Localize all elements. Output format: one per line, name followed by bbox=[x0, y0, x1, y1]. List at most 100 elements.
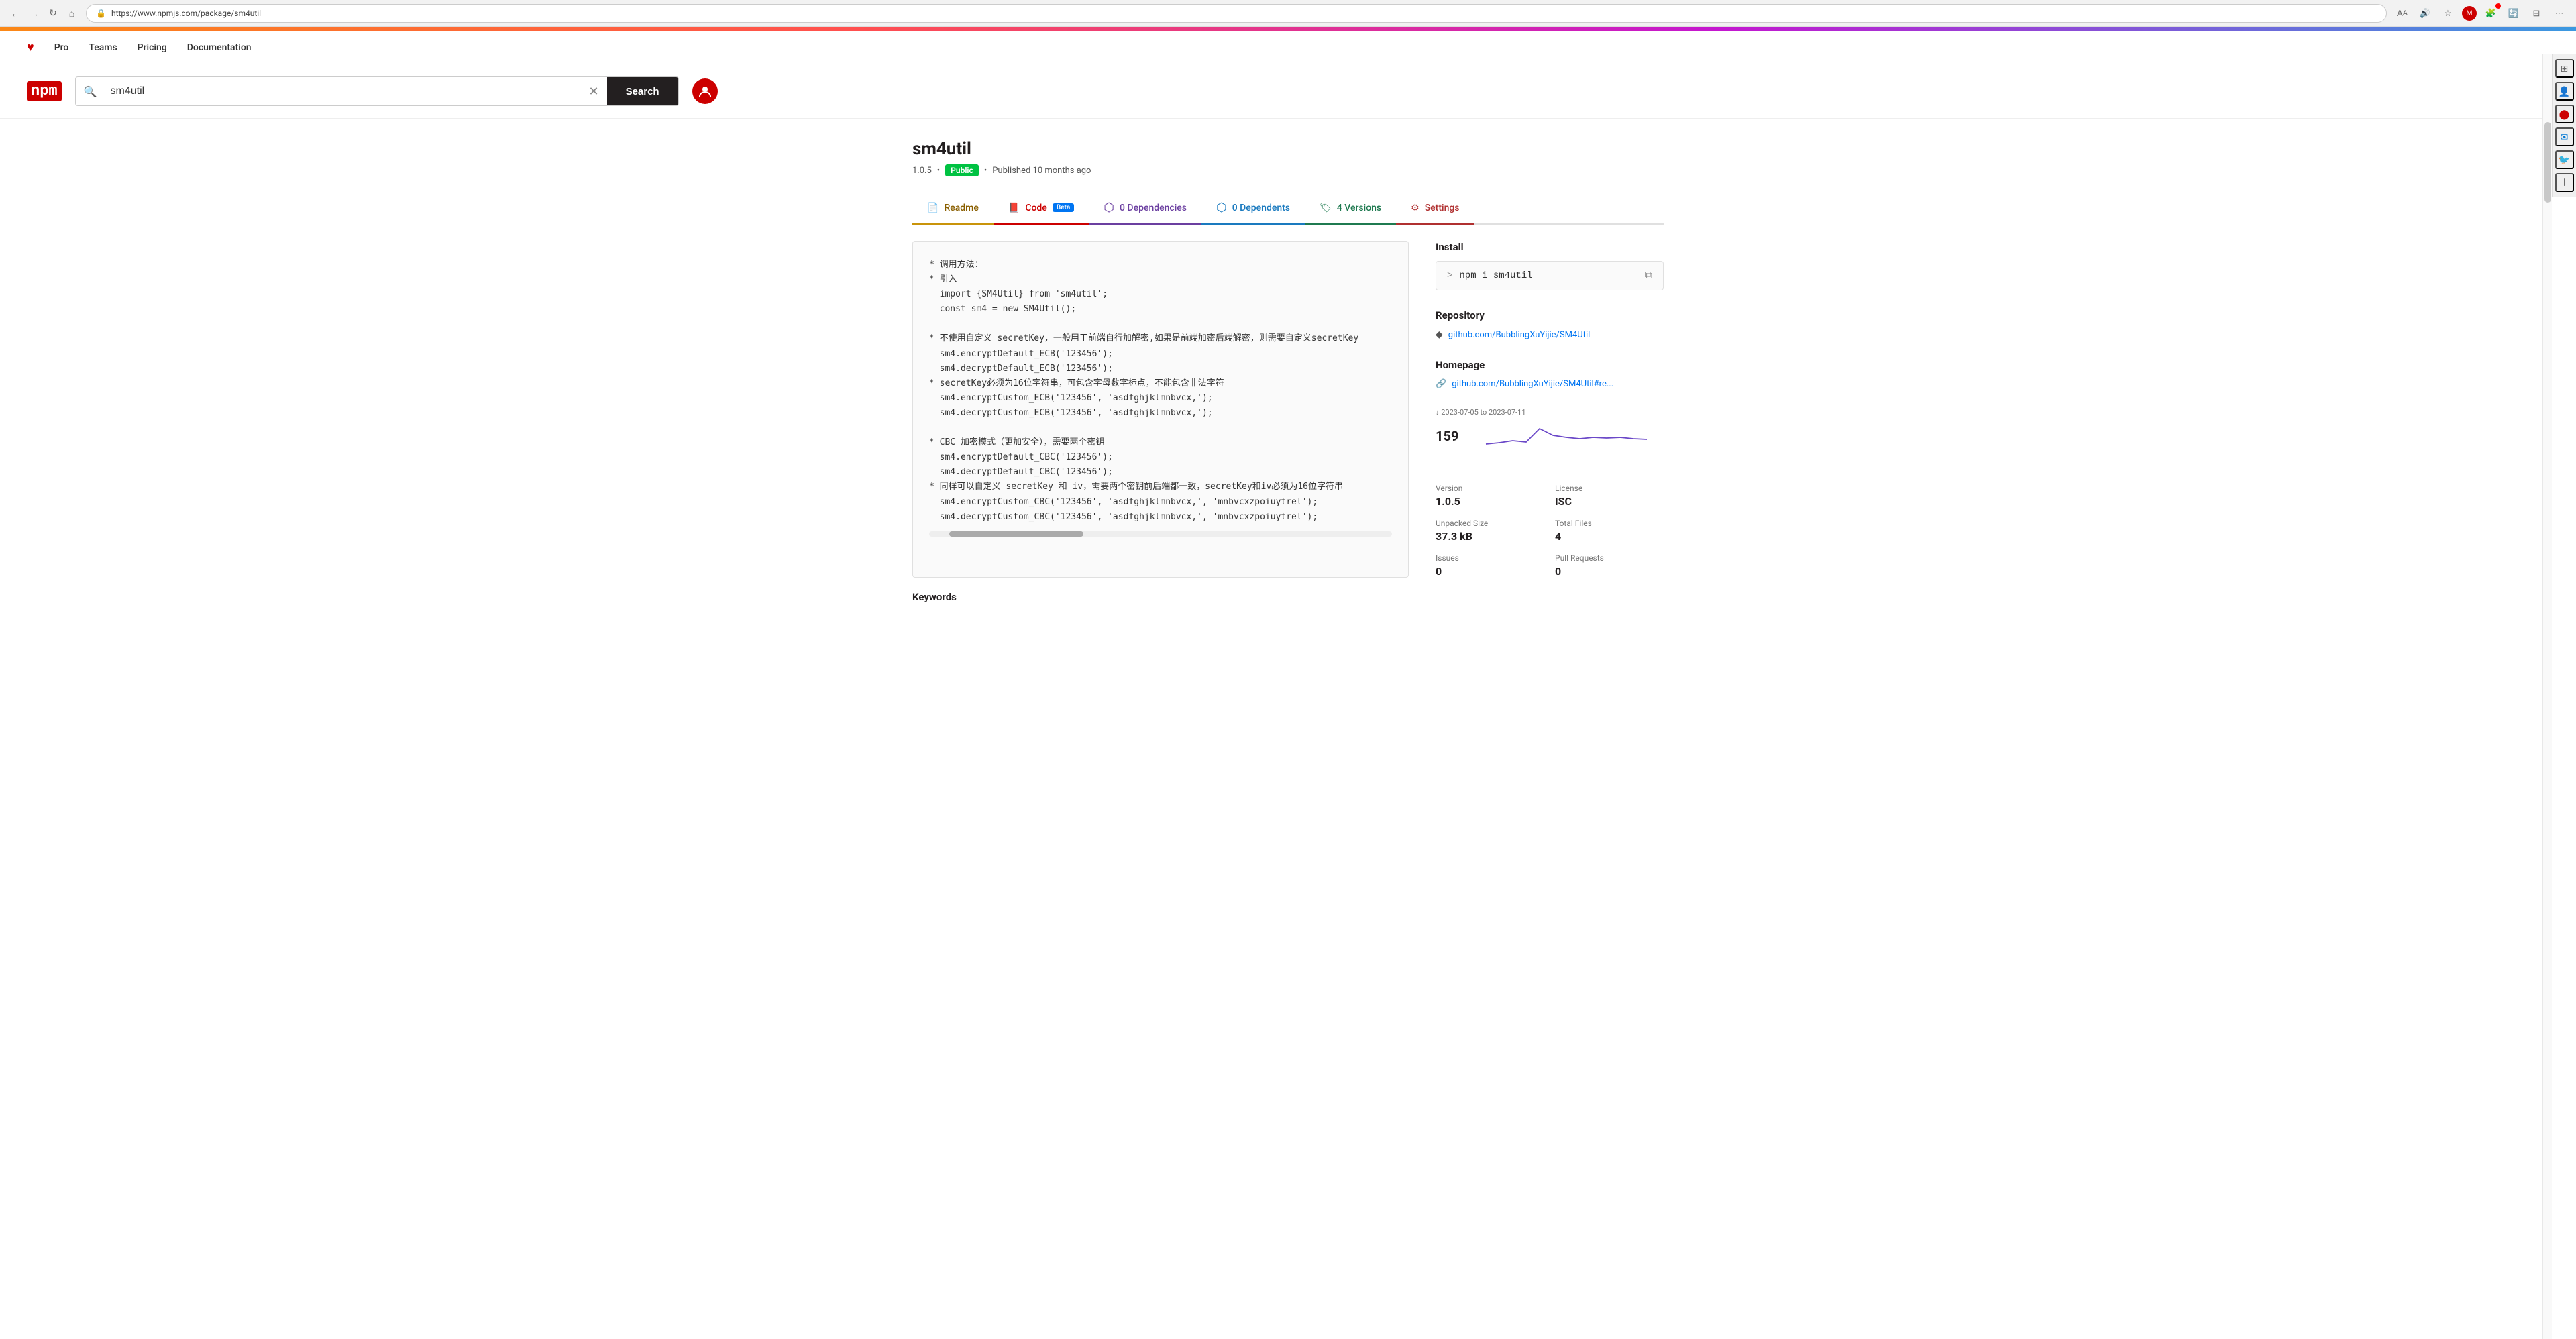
scrollbar-thumb[interactable] bbox=[949, 531, 1083, 537]
favorites-button[interactable]: ☆ bbox=[2439, 5, 2457, 22]
issues-value: 0 bbox=[1436, 565, 1544, 578]
main-content: sm4util 1.0.5 • Public • Published 10 mo… bbox=[885, 119, 1690, 630]
read-aloud-button[interactable]: 🔊 bbox=[2416, 5, 2434, 22]
repository-link[interactable]: ◆ github.com/BubblingXuYijie/SM4Util bbox=[1436, 329, 1664, 340]
copy-install-button[interactable]: ⧉ bbox=[1645, 270, 1652, 282]
clear-search-button[interactable]: ✕ bbox=[580, 85, 606, 99]
settings-tab-label: Settings bbox=[1425, 203, 1460, 213]
refresh-button[interactable]: ↻ bbox=[46, 6, 60, 21]
repository-url: github.com/BubblingXuYijie/SM4Util bbox=[1448, 330, 1590, 340]
refresh-sync-button[interactable]: 🔄 bbox=[2505, 5, 2522, 22]
search-bar-row: npm 🔍 ✕ Search bbox=[0, 64, 2576, 119]
browser-sidebar-panel: ⊞ 👤 ⬤ ✉ 🐦 ＋ bbox=[2552, 54, 2576, 197]
sidebar-person-btn[interactable]: 👤 bbox=[2555, 82, 2574, 101]
nav-teams[interactable]: Teams bbox=[89, 42, 117, 53]
versions-tab-icon: 🏷 bbox=[1320, 203, 1332, 213]
sidebar-add-btn[interactable]: ＋ bbox=[2555, 173, 2574, 192]
browser-nav-buttons: ← → ↻ ⌂ bbox=[8, 6, 79, 21]
tab-readme[interactable]: 📄 Readme bbox=[912, 193, 994, 225]
repository-section: Repository ◆ github.com/BubblingXuYijie/… bbox=[1436, 309, 1664, 340]
chart-row: 159 bbox=[1436, 421, 1664, 451]
pull-requests-label: Pull Requests bbox=[1555, 553, 1664, 563]
keywords-title: Keywords bbox=[912, 591, 1664, 603]
deps-tab-label: 0 Dependencies bbox=[1120, 203, 1187, 213]
issues-label: Issues bbox=[1436, 553, 1544, 563]
prompt-symbol: > bbox=[1447, 270, 1452, 281]
vertical-scrollbar-track[interactable] bbox=[2542, 54, 2552, 1339]
keywords-section: Keywords bbox=[912, 591, 1664, 603]
version-stat: Version 1.0.5 bbox=[1436, 484, 1544, 508]
sidebar-circle-btn[interactable]: ⬤ bbox=[2555, 105, 2574, 123]
right-sidebar: Install > npm i sm4util ⧉ Repository ◆ g… bbox=[1436, 241, 1664, 578]
nav-pricing[interactable]: Pricing bbox=[138, 42, 167, 53]
browser-actions: AA 🔊 ☆ M 🧩 🔄 ⊟ ⋯ bbox=[2394, 5, 2568, 22]
homepage-link[interactable]: 🔗 github.com/BubblingXuYijie/SM4Util#re.… bbox=[1436, 379, 1664, 389]
total-files-label: Total Files bbox=[1555, 519, 1664, 528]
package-title: sm4util bbox=[912, 139, 1664, 159]
public-badge: Public bbox=[945, 164, 979, 176]
search-input[interactable] bbox=[105, 77, 581, 105]
version-label: Version bbox=[1436, 484, 1544, 493]
homepage-icon: 🔗 bbox=[1436, 379, 1446, 389]
dependents-tab-icon: ⬡ bbox=[1216, 201, 1227, 215]
search-button[interactable]: Search bbox=[607, 76, 678, 106]
versions-tab-label: 4 Versions bbox=[1337, 203, 1381, 213]
forward-button[interactable]: → bbox=[27, 6, 42, 21]
readme-tab-icon: 📄 bbox=[927, 203, 938, 213]
package-version: 1.0.5 bbox=[912, 166, 932, 176]
url-text: https://www.npmjs.com/package/sm4util bbox=[111, 9, 2377, 18]
pull-requests-stat: Pull Requests 0 bbox=[1555, 553, 1664, 578]
address-bar[interactable]: 🔒 https://www.npmjs.com/package/sm4util bbox=[86, 4, 2387, 23]
install-title: Install bbox=[1436, 241, 1664, 253]
sidebar-panel-btn[interactable]: ⊞ bbox=[2555, 59, 2574, 78]
sidebar-outlook-btn[interactable]: ✉ bbox=[2555, 127, 2574, 146]
heart-icon: ♥ bbox=[27, 40, 34, 54]
homepage-url: github.com/BubblingXuYijie/SM4Util#re... bbox=[1452, 379, 1613, 389]
extensions-button[interactable]: 🧩 bbox=[2482, 5, 2500, 22]
total-files-stat: Total Files 4 bbox=[1555, 519, 1664, 543]
search-icon: 🔍 bbox=[76, 85, 105, 98]
license-label: License bbox=[1555, 484, 1664, 493]
install-command-box: > npm i sm4util ⧉ bbox=[1436, 261, 1664, 290]
home-button[interactable]: ⌂ bbox=[64, 6, 79, 21]
translate-button[interactable]: AA bbox=[2394, 5, 2411, 22]
tab-dependents[interactable]: ⬡ 0 Dependents bbox=[1201, 193, 1305, 225]
license-value: ISC bbox=[1555, 495, 1664, 508]
download-date-range: ↓ 2023-07-05 to 2023-07-11 bbox=[1436, 408, 1664, 417]
back-button[interactable]: ← bbox=[8, 6, 23, 21]
version-value: 1.0.5 bbox=[1436, 495, 1544, 508]
homepage-title: Homepage bbox=[1436, 359, 1664, 371]
tab-code[interactable]: 📕 Code Beta bbox=[994, 193, 1089, 225]
publish-date: Published 10 months ago bbox=[992, 166, 1091, 176]
lock-icon: 🔒 bbox=[96, 9, 106, 18]
stats-grid: Version 1.0.5 License ISC Unpacked Size … bbox=[1436, 484, 1664, 578]
install-command-content: > npm i sm4util bbox=[1447, 270, 1533, 281]
nav-documentation[interactable]: Documentation bbox=[187, 42, 252, 53]
issues-stat: Issues 0 bbox=[1436, 553, 1544, 578]
install-command-text: npm i sm4util bbox=[1459, 270, 1532, 281]
more-button[interactable]: ⋯ bbox=[2551, 5, 2568, 22]
package-meta: 1.0.5 • Public • Published 10 months ago bbox=[912, 164, 1664, 176]
split-view-button[interactable]: ⊟ bbox=[2528, 5, 2545, 22]
sidebar-twitter-btn[interactable]: 🐦 bbox=[2555, 150, 2574, 169]
homepage-section: Homepage 🔗 github.com/BubblingXuYijie/SM… bbox=[1436, 359, 1664, 389]
unpacked-size-value: 37.3 kB bbox=[1436, 530, 1544, 543]
downloads-chart bbox=[1476, 421, 1664, 451]
vertical-scrollbar-thumb[interactable] bbox=[2544, 122, 2551, 203]
download-count: 159 bbox=[1436, 428, 1469, 444]
readme-code-panel: * 调用方法： * 引入 import {SM4Util} from 'sm4u… bbox=[912, 241, 1409, 578]
tab-settings[interactable]: ⚙ Settings bbox=[1396, 193, 1474, 225]
code-tab-label: Code bbox=[1025, 203, 1046, 213]
horizontal-scrollbar[interactable] bbox=[929, 531, 1392, 537]
browser-chrome: ← → ↻ ⌂ 🔒 https://www.npmjs.com/package/… bbox=[0, 0, 2576, 27]
tab-dependencies[interactable]: ⬡ 0 Dependencies bbox=[1089, 193, 1201, 225]
settings-tab-icon: ⚙ bbox=[1411, 203, 1419, 213]
pull-requests-value: 0 bbox=[1555, 565, 1664, 578]
npm-logo: npm bbox=[27, 81, 62, 101]
nav-pro[interactable]: Pro bbox=[54, 42, 69, 53]
profile-button[interactable]: M bbox=[2462, 6, 2477, 21]
tab-versions[interactable]: 🏷 4 Versions bbox=[1305, 193, 1396, 225]
beta-badge: Beta bbox=[1053, 203, 1074, 212]
code-tab-icon: 📕 bbox=[1008, 203, 1020, 213]
user-avatar[interactable] bbox=[692, 78, 718, 104]
